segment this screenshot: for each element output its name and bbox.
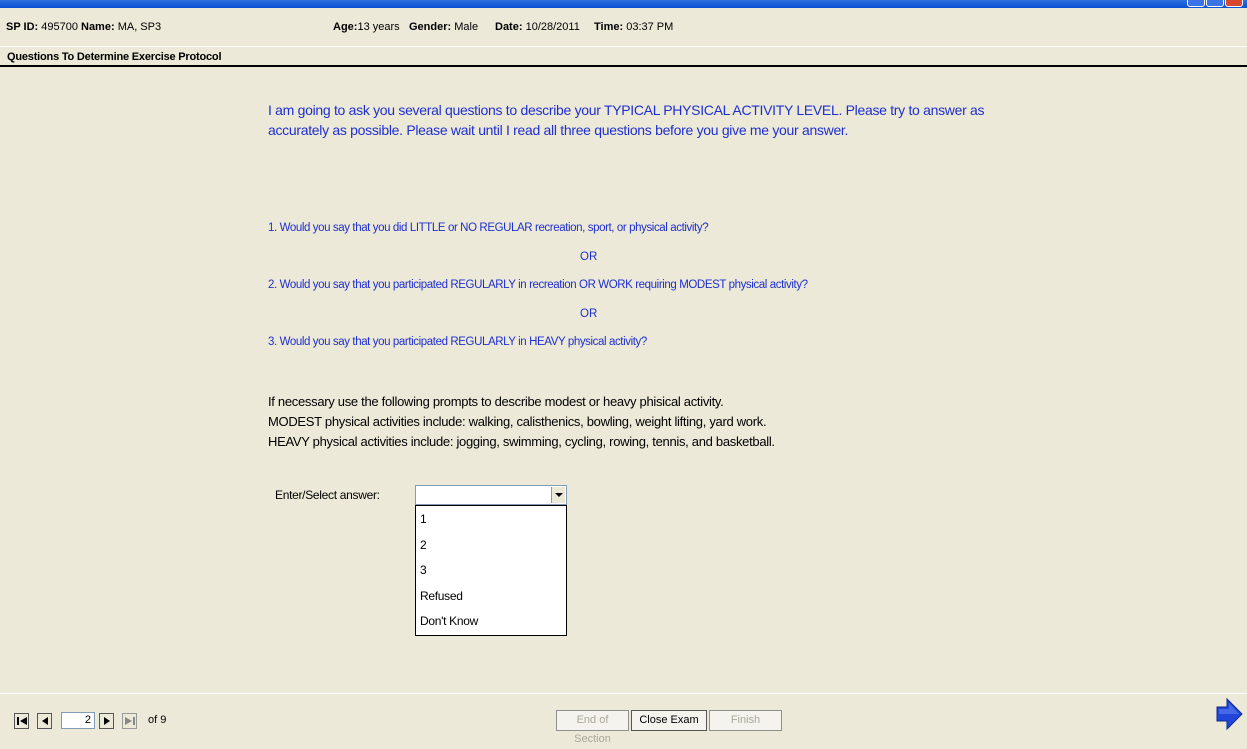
prompt-modest: MODEST physical activities include: walk… [268, 414, 767, 429]
answer-option-3[interactable]: 3 [420, 563, 427, 577]
prompt-line: If necessary use the following prompts t… [268, 394, 724, 409]
section-header: Questions To Determine Exercise Protocol [0, 47, 1247, 67]
or-separator-2: OR [580, 308, 598, 320]
previous-page-button[interactable] [37, 713, 52, 729]
next-page-button[interactable] [99, 713, 114, 729]
end-of-section-button[interactable]: End of Section [556, 710, 629, 745]
previous-page-icon [42, 717, 48, 725]
participant-age: Age:13 years [333, 21, 400, 33]
answer-option-2[interactable]: 2 [420, 538, 427, 552]
exam-date: Date: 10/28/2011 [495, 21, 580, 33]
section-title: Questions To Determine Exercise Protocol [7, 51, 222, 63]
answer-option-dont-know[interactable]: Don't Know [420, 614, 478, 628]
activity-prompts: If necessary use the following prompts t… [268, 392, 775, 452]
question-3: 3. Would you say that you participated R… [268, 336, 647, 348]
first-page-icon [17, 717, 27, 725]
last-page-button[interactable] [122, 713, 137, 729]
question-panel: I am going to ask you several questions … [10, 68, 1237, 693]
prompt-heavy: HEAVY physical activities include: joggi… [268, 434, 775, 449]
participant-info-bar: SP ID: 495700 Name: MA, SP3 Age:13 years… [0, 8, 1247, 46]
close-window-button[interactable] [1225, 0, 1243, 7]
maximize-button[interactable] [1206, 0, 1224, 7]
or-separator-1: OR [580, 251, 598, 263]
window-titlebar [0, 0, 1247, 8]
next-page-icon [104, 717, 110, 725]
last-page-icon [125, 717, 135, 725]
answer-dropdown-list: 1 2 3 Refused Don't Know [415, 505, 567, 636]
participant-name: Name: MA, SP3 [81, 21, 162, 33]
question-1: 1. Would you say that you did LITTLE or … [268, 222, 709, 234]
sp-id: SP ID: 495700 [6, 21, 78, 33]
page-number-input[interactable]: 2 [61, 712, 95, 729]
finish-button[interactable]: Finish [709, 710, 782, 731]
answer-select[interactable] [415, 485, 567, 505]
exam-time: Time: 03:37 PM [594, 21, 674, 33]
page-count: of 9 [148, 714, 167, 726]
intro-text: I am going to ask you several questions … [268, 102, 985, 138]
question-2: 2. Would you say that you participated R… [268, 279, 808, 291]
answer-label: Enter/Select answer: [275, 488, 380, 502]
next-arrow-icon[interactable] [1215, 697, 1243, 731]
participant-gender: Gender: Male [409, 21, 479, 33]
answer-option-1[interactable]: 1 [420, 512, 427, 526]
navigation-footer: 2 of 9 End of Section Close Exam Finish [0, 693, 1247, 745]
close-exam-button[interactable]: Close Exam [631, 710, 707, 731]
chevron-down-icon[interactable] [551, 487, 565, 503]
first-page-button[interactable] [14, 713, 29, 729]
minimize-button[interactable] [1187, 0, 1205, 7]
answer-option-refused[interactable]: Refused [420, 589, 463, 603]
